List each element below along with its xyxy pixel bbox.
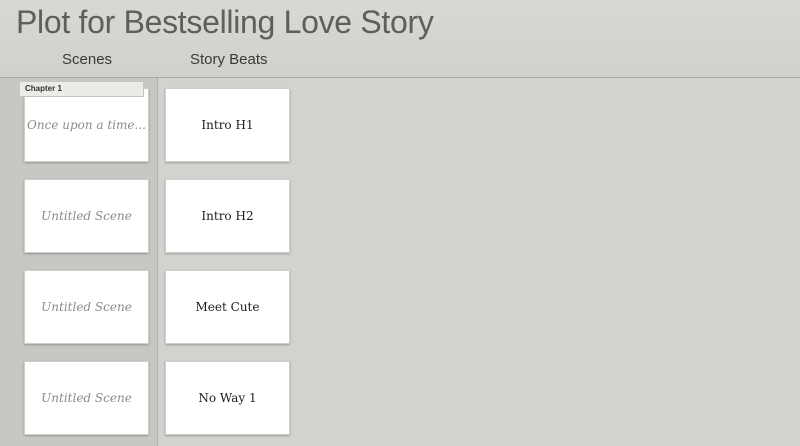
story-beat-card[interactable]: Meet Cute bbox=[165, 270, 290, 344]
scene-card-text: Untitled Scene bbox=[41, 209, 132, 223]
scene-card-text: Untitled Scene bbox=[41, 391, 132, 405]
document-title[interactable]: Plot for Bestselling Love Story bbox=[16, 4, 434, 41]
story-beat-card[interactable]: Intro H1 bbox=[165, 88, 290, 162]
story-beat-text: Intro H2 bbox=[201, 209, 254, 223]
story-beat-card[interactable]: No Way 1 bbox=[165, 361, 290, 435]
story-beat-text: No Way 1 bbox=[198, 391, 257, 405]
scene-card-text: Untitled Scene bbox=[41, 300, 132, 314]
chapter-tab[interactable]: Chapter 1 bbox=[19, 81, 144, 97]
document-header: Plot for Bestselling Love Story Scenes S… bbox=[0, 0, 800, 78]
story-beat-text: Meet Cute bbox=[195, 300, 260, 314]
story-beat-text: Intro H1 bbox=[201, 118, 254, 132]
story-beat-card[interactable]: Intro H2 bbox=[165, 179, 290, 253]
scenes-column-header: Scenes bbox=[62, 51, 113, 68]
scene-card[interactable]: Untitled Scene bbox=[24, 270, 149, 344]
scene-card-text: Once upon a time... bbox=[27, 118, 146, 132]
story-beats-column-header: Story Beats bbox=[190, 51, 268, 68]
scene-card[interactable]: Untitled Scene bbox=[24, 179, 149, 253]
scene-card[interactable]: Untitled Scene bbox=[24, 361, 149, 435]
scene-card[interactable]: Once upon a time... bbox=[24, 88, 149, 162]
